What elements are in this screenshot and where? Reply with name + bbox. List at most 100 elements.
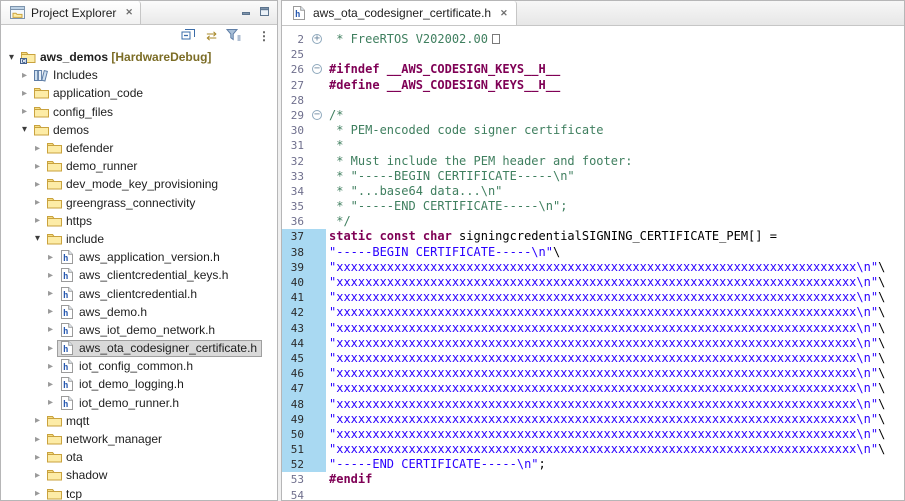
tree-item-iot-demo-runner-h[interactable]: ▸hiot_demo_runner.h xyxy=(1,394,277,412)
expand-arrow-icon[interactable]: ▸ xyxy=(44,306,57,317)
collapse-arrow-icon[interactable]: ▾ xyxy=(18,124,31,135)
code-text[interactable] xyxy=(326,488,329,500)
expand-arrow-icon[interactable]: ▸ xyxy=(18,106,31,117)
line-number[interactable]: 2 xyxy=(282,32,309,47)
code-text[interactable]: "xxxxxxxxxxxxxxxxxxxxxxxxxxxxxxxxxxxxxxx… xyxy=(326,427,885,442)
line-number[interactable]: 43 xyxy=(282,321,309,336)
tree-item-mqtt[interactable]: ▸mqtt xyxy=(1,412,277,430)
expand-arrow-icon[interactable]: ▸ xyxy=(44,397,57,408)
code-text[interactable]: * "-----BEGIN CERTIFICATE-----\n" xyxy=(326,169,575,184)
line-number[interactable]: 35 xyxy=(282,199,309,214)
line-number[interactable]: 42 xyxy=(282,305,309,320)
tree-item-aws-ota-codesigner-certificate-h[interactable]: ▸haws_ota_codesigner_certificate.h xyxy=(1,339,277,357)
code-text[interactable]: "xxxxxxxxxxxxxxxxxxxxxxxxxxxxxxxxxxxxxxx… xyxy=(326,275,885,290)
expand-arrow-icon[interactable]: ▸ xyxy=(44,324,57,335)
line-number[interactable]: 26 xyxy=(282,62,309,77)
code-text[interactable]: * xyxy=(326,138,343,153)
code-text[interactable]: "xxxxxxxxxxxxxxxxxxxxxxxxxxxxxxxxxxxxxxx… xyxy=(326,321,885,336)
code-text[interactable]: /* xyxy=(326,108,343,123)
tree-item-ota[interactable]: ▸ota xyxy=(1,448,277,466)
expand-arrow-icon[interactable]: ▸ xyxy=(18,88,31,99)
line-number[interactable]: 51 xyxy=(282,442,309,457)
tree-item-config-files[interactable]: ▸config_files xyxy=(1,103,277,121)
line-number[interactable]: 50 xyxy=(282,427,309,442)
line-number[interactable]: 48 xyxy=(282,397,309,412)
line-number[interactable]: 44 xyxy=(282,336,309,351)
fold-plus-icon[interactable]: + xyxy=(309,32,326,47)
line-number[interactable]: 34 xyxy=(282,184,309,199)
line-number[interactable]: 52 xyxy=(282,457,309,472)
code-text[interactable] xyxy=(326,93,329,108)
expand-arrow-icon[interactable]: ▸ xyxy=(31,215,44,226)
line-number[interactable]: 53 xyxy=(282,472,309,487)
expand-arrow-icon[interactable]: ▸ xyxy=(44,252,57,263)
line-number[interactable]: 40 xyxy=(282,275,309,290)
code-text[interactable]: #ifndef __AWS_CODESIGN_KEYS__H__ xyxy=(326,62,560,77)
collapse-all-icon[interactable] xyxy=(181,27,197,44)
code-text[interactable]: "xxxxxxxxxxxxxxxxxxxxxxxxxxxxxxxxxxxxxxx… xyxy=(326,397,885,412)
code-text[interactable]: * "...base64 data...\n" xyxy=(326,184,502,199)
code-text[interactable]: * Must include the PEM header and footer… xyxy=(326,154,632,169)
close-icon[interactable]: ✕ xyxy=(125,7,133,18)
line-number[interactable]: 38 xyxy=(282,245,309,260)
line-number[interactable]: 39 xyxy=(282,260,309,275)
code-text[interactable]: #endif xyxy=(326,472,372,487)
maximize-icon[interactable] xyxy=(259,6,270,20)
expand-arrow-icon[interactable]: ▸ xyxy=(31,197,44,208)
filter-icon[interactable] xyxy=(226,28,241,44)
collapse-arrow-icon[interactable]: ▾ xyxy=(31,233,44,244)
line-number[interactable]: 33 xyxy=(282,169,309,184)
code-text[interactable]: */ xyxy=(326,214,351,229)
code-text[interactable]: "xxxxxxxxxxxxxxxxxxxxxxxxxxxxxxxxxxxxxxx… xyxy=(326,412,885,427)
close-icon[interactable]: ✕ xyxy=(500,8,508,19)
line-number[interactable]: 25 xyxy=(282,47,309,62)
tab-editor-aws-ota-codesigner-certificate[interactable]: h aws_ota_codesigner_certificate.h ✕ xyxy=(282,1,517,25)
tree-item-iot-demo-logging-h[interactable]: ▸hiot_demo_logging.h xyxy=(1,375,277,393)
tree-item-aws-iot-demo-network-h[interactable]: ▸haws_iot_demo_network.h xyxy=(1,321,277,339)
line-number[interactable]: 29 xyxy=(282,108,309,123)
tree-item-https[interactable]: ▸https xyxy=(1,212,277,230)
line-number[interactable]: 47 xyxy=(282,381,309,396)
line-number[interactable]: 31 xyxy=(282,138,309,153)
expand-arrow-icon[interactable]: ▸ xyxy=(31,452,44,463)
tree-item-aws-application-version-h[interactable]: ▸haws_application_version.h xyxy=(1,248,277,266)
expand-arrow-icon[interactable]: ▸ xyxy=(31,179,44,190)
expand-arrow-icon[interactable]: ▸ xyxy=(31,143,44,154)
line-number[interactable]: 32 xyxy=(282,154,309,169)
expand-arrow-icon[interactable]: ▸ xyxy=(31,470,44,481)
expand-arrow-icon[interactable]: ▸ xyxy=(31,161,44,172)
line-number[interactable]: 54 xyxy=(282,488,309,500)
tree-item-demo-runner[interactable]: ▸demo_runner xyxy=(1,157,277,175)
code-text[interactable]: * FreeRTOS V202002.00 xyxy=(326,32,500,47)
code-editor[interactable]: 2+ * FreeRTOS V202002.002526−#ifndef __A… xyxy=(282,26,904,500)
code-text[interactable]: "-----BEGIN CERTIFICATE-----\n"\ xyxy=(326,245,560,260)
tree-item-aws-clientcredential-keys-h[interactable]: ▸haws_clientcredential_keys.h xyxy=(1,266,277,284)
tree-item-greengrass-connectivity[interactable]: ▸greengrass_connectivity xyxy=(1,194,277,212)
line-number[interactable]: 46 xyxy=(282,366,309,381)
expand-arrow-icon[interactable]: ▸ xyxy=(44,288,57,299)
tree-item-network-manager[interactable]: ▸network_manager xyxy=(1,430,277,448)
tree-item-aws-demo-h[interactable]: ▸haws_demo.h xyxy=(1,303,277,321)
tab-project-explorer[interactable]: Project Explorer ✕ xyxy=(1,1,141,24)
tree-item-include[interactable]: ▾include xyxy=(1,230,277,248)
code-text[interactable]: "xxxxxxxxxxxxxxxxxxxxxxxxxxxxxxxxxxxxxxx… xyxy=(326,305,885,320)
code-text[interactable]: "xxxxxxxxxxxxxxxxxxxxxxxxxxxxxxxxxxxxxxx… xyxy=(326,442,885,457)
code-text[interactable] xyxy=(326,47,329,62)
expand-arrow-icon[interactable]: ▸ xyxy=(44,361,57,372)
tree-item-tcp[interactable]: ▸tcp xyxy=(1,485,277,501)
expand-arrow-icon[interactable]: ▸ xyxy=(31,488,44,499)
line-number[interactable]: 28 xyxy=(282,93,309,108)
line-number[interactable]: 37 xyxy=(282,229,309,244)
code-text[interactable]: "xxxxxxxxxxxxxxxxxxxxxxxxxxxxxxxxxxxxxxx… xyxy=(326,366,885,381)
line-number[interactable]: 30 xyxy=(282,123,309,138)
code-text[interactable]: #define __AWS_CODESIGN_KEYS__H__ xyxy=(326,78,560,93)
code-text[interactable]: * PEM-encoded code signer certificate xyxy=(326,123,604,138)
code-text[interactable]: "xxxxxxxxxxxxxxxxxxxxxxxxxxxxxxxxxxxxxxx… xyxy=(326,290,885,305)
tree-item-application-code[interactable]: ▸application_code xyxy=(1,84,277,102)
fold-minus-icon[interactable]: − xyxy=(309,108,326,123)
expand-arrow-icon[interactable]: ▸ xyxy=(44,343,57,354)
code-text[interactable]: * "-----END CERTIFICATE-----\n"; xyxy=(326,199,567,214)
line-number[interactable]: 36 xyxy=(282,214,309,229)
line-number[interactable]: 27 xyxy=(282,78,309,93)
fold-minus-icon[interactable]: − xyxy=(309,62,326,77)
